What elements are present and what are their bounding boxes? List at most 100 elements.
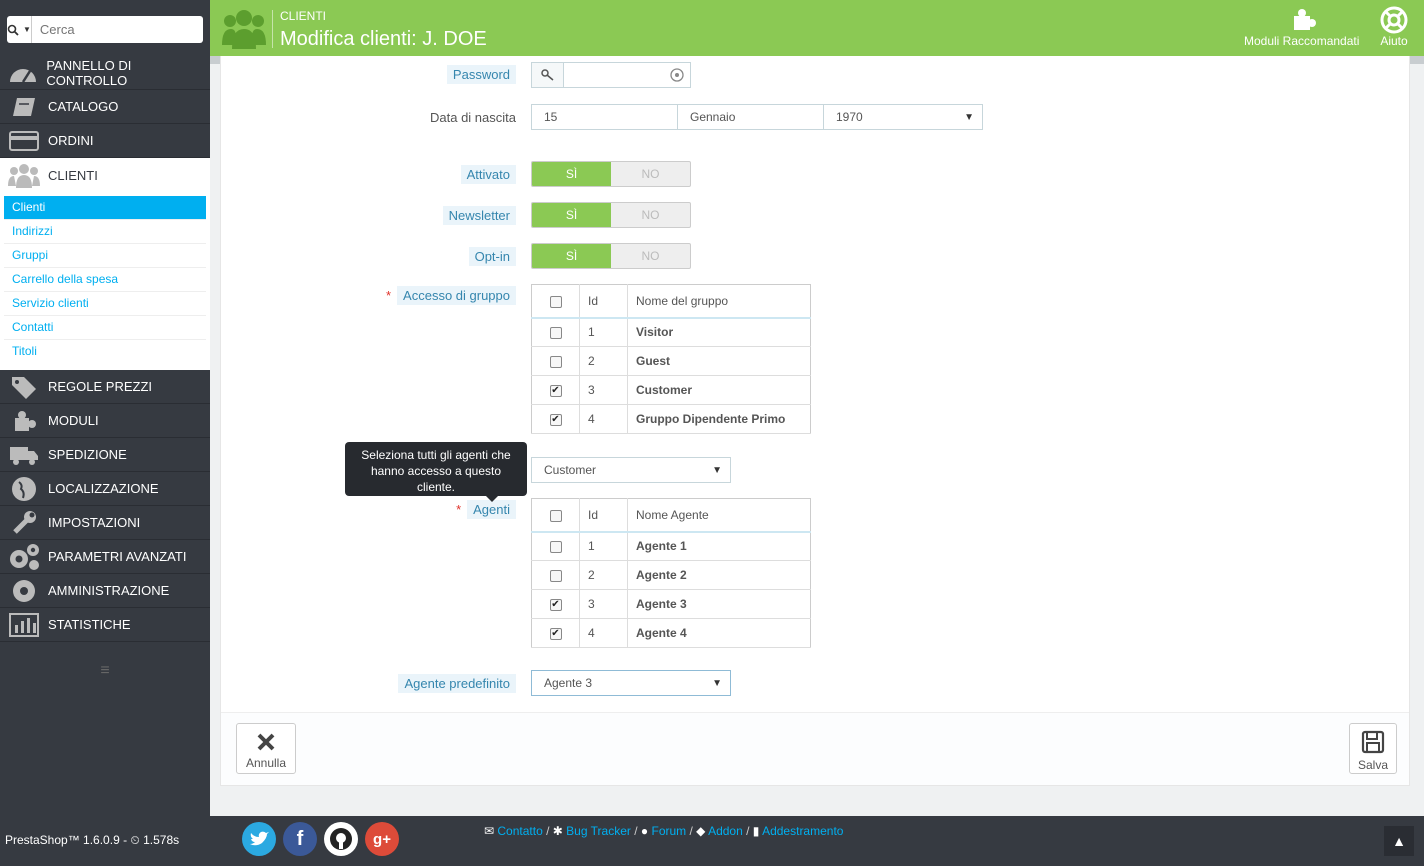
group-access-label: Accesso di gruppo	[397, 286, 516, 305]
menu-settings[interactable]: IMPOSTAZIONI	[0, 506, 210, 540]
customer-form-panel: Password Data di nascita 15 Gennaio 1970…	[220, 56, 1410, 786]
group-name: Visitor	[627, 317, 811, 347]
menu-orders[interactable]: ORDINI	[0, 124, 210, 158]
group-checkbox[interactable]	[549, 355, 562, 368]
recommended-modules-button[interactable]: Moduli Raccomandati	[1244, 6, 1359, 48]
group-id: 2	[579, 346, 628, 376]
group-id: 3	[579, 375, 628, 405]
optin-yes[interactable]: SÌ	[532, 244, 611, 268]
cancel-button[interactable]: Annulla	[236, 723, 296, 774]
birth-day-value: 15	[544, 110, 558, 124]
version-info: PrestaShop™ 1.6.0.9 - ⏲ 1.578s	[5, 833, 179, 848]
menu-shipping[interactable]: SPEDIZIONE	[0, 438, 210, 472]
optin-no[interactable]: NO	[611, 244, 690, 268]
birth-year-select[interactable]: 1970 ▼	[823, 104, 983, 130]
arrow-up-icon[interactable]: ▲	[1384, 826, 1414, 856]
submenu-titles[interactable]: Titoli	[4, 340, 206, 364]
agent-checkbox-checked[interactable]: ✔	[549, 598, 562, 611]
cancel-label: Annulla	[245, 756, 287, 770]
agent-checkbox-checked[interactable]: ✔	[549, 627, 562, 640]
newsletter-no[interactable]: NO	[611, 203, 690, 227]
submenu-groups[interactable]: Gruppi	[4, 244, 206, 268]
search-button[interactable]: ▼	[7, 16, 32, 43]
header-separator	[272, 10, 273, 48]
menu-advanced-parameters[interactable]: PARAMETRI AVANZATI	[0, 540, 210, 574]
active-switch[interactable]: SÌ NO	[531, 161, 691, 187]
birth-day-select[interactable]: 15	[531, 104, 678, 130]
clock-icon: ⏲	[130, 833, 144, 847]
submenu-carts[interactable]: Carrello della spesa	[4, 268, 206, 292]
agent-checkbox[interactable]	[549, 569, 562, 582]
table-row: 2 Guest	[531, 346, 811, 376]
menu-catalog[interactable]: CATALOGO	[0, 90, 210, 124]
breadcrumb[interactable]: CLIENTI	[280, 9, 326, 23]
help-button[interactable]: Aiuto	[1380, 6, 1408, 48]
footer-link-contact[interactable]: Contatto	[497, 824, 542, 838]
group-name: Customer	[627, 375, 811, 405]
lifebuoy-icon	[1380, 6, 1408, 34]
generate-password-icon[interactable]	[670, 68, 684, 82]
menu-statistics[interactable]: STATISTICHE	[0, 608, 210, 642]
menu-price-rules[interactable]: REGOLE PREZZI	[0, 370, 210, 404]
facebook-icon[interactable]: f	[283, 822, 317, 856]
birth-year-value: 1970	[836, 110, 863, 124]
password-field[interactable]	[531, 62, 691, 88]
default-group-value: Customer	[544, 463, 597, 477]
select-all-groups-checkbox[interactable]	[549, 295, 562, 308]
optin-switch[interactable]: SÌ NO	[531, 243, 691, 269]
menu-localization[interactable]: LOCALIZZAZIONE	[0, 472, 210, 506]
version-text: PrestaShop™ 1.6.0.9 -	[5, 833, 131, 847]
puzzle-icon: ◆	[696, 824, 709, 838]
password-label: Password	[446, 65, 516, 84]
select-all-agents-checkbox[interactable]	[549, 509, 562, 522]
submenu-customers[interactable]: Clienti	[4, 196, 206, 220]
comments-icon: ●	[640, 824, 652, 838]
newsletter-switch[interactable]: SÌ NO	[531, 202, 691, 228]
gear-icon	[13, 579, 35, 602]
menu-customers-label: CLIENTI	[48, 167, 98, 183]
table-row: ✔ 4 Gruppo Dipendente Primo	[531, 404, 811, 434]
footer-link-forum[interactable]: Forum	[651, 824, 686, 838]
footer-link-bug-tracker[interactable]: Bug Tracker	[566, 824, 631, 838]
submenu-addresses[interactable]: Indirizzi	[4, 220, 206, 244]
footer-link-addons[interactable]: Addon	[708, 824, 743, 838]
active-label: Attivato	[460, 165, 516, 184]
active-yes[interactable]: SÌ	[532, 162, 611, 186]
tags-icon	[12, 376, 36, 399]
group-checkbox-checked[interactable]: ✔	[549, 384, 562, 397]
submenu-customer-service[interactable]: Servizio clienti	[4, 292, 206, 316]
active-no[interactable]: NO	[611, 162, 690, 186]
github-icon[interactable]	[324, 822, 358, 856]
table-header-row: Id Nome del gruppo	[531, 284, 811, 319]
table-row: ✔ 3 Customer	[531, 375, 811, 405]
required-star: *	[385, 288, 392, 303]
search-input[interactable]	[31, 17, 216, 42]
birth-month-select[interactable]: Gennaio	[677, 104, 824, 130]
menu-administration-label: AMMINISTRAZIONE	[48, 583, 170, 598]
group-id-header: Id	[579, 284, 628, 319]
agent-id: 2	[579, 560, 628, 590]
group-checkbox-checked[interactable]: ✔	[549, 413, 562, 426]
twitter-icon[interactable]	[242, 822, 276, 856]
footer-links: ✉ Contatto / ✱ Bug Tracker / ● Forum / ◆…	[484, 824, 844, 838]
agent-checkbox[interactable]	[549, 541, 562, 554]
collapse-menu-icon[interactable]: ≡	[0, 662, 210, 680]
menu-advanced-parameters-label: PARAMETRI AVANZATI	[48, 549, 187, 564]
menu-dashboard[interactable]: PANNELLO DI CONTROLLO	[0, 56, 210, 90]
menu-administration[interactable]: AMMINISTRAZIONE	[0, 574, 210, 608]
default-agent-select[interactable]: Agente 3 ▼	[531, 670, 731, 696]
group-access-label-wrap: * Accesso di gruppo	[385, 286, 516, 305]
newsletter-yes[interactable]: SÌ	[532, 203, 611, 227]
save-label: Salva	[1357, 758, 1389, 772]
save-button[interactable]: Salva	[1349, 723, 1397, 774]
group-checkbox[interactable]	[549, 327, 562, 340]
menu-price-rules-label: REGOLE PREZZI	[48, 379, 153, 394]
footer-link-training[interactable]: Addestramento	[762, 824, 843, 838]
google-plus-icon[interactable]: g+	[365, 822, 399, 856]
menu-customers[interactable]: CLIENTI	[0, 158, 210, 192]
submenu-contacts[interactable]: Contatti	[4, 316, 206, 340]
table-row: 2 Agente 2	[531, 560, 811, 590]
default-group-select[interactable]: Customer ▼	[531, 457, 731, 483]
menu-modules[interactable]: MODULI	[0, 404, 210, 438]
cogs-icon	[10, 543, 39, 570]
